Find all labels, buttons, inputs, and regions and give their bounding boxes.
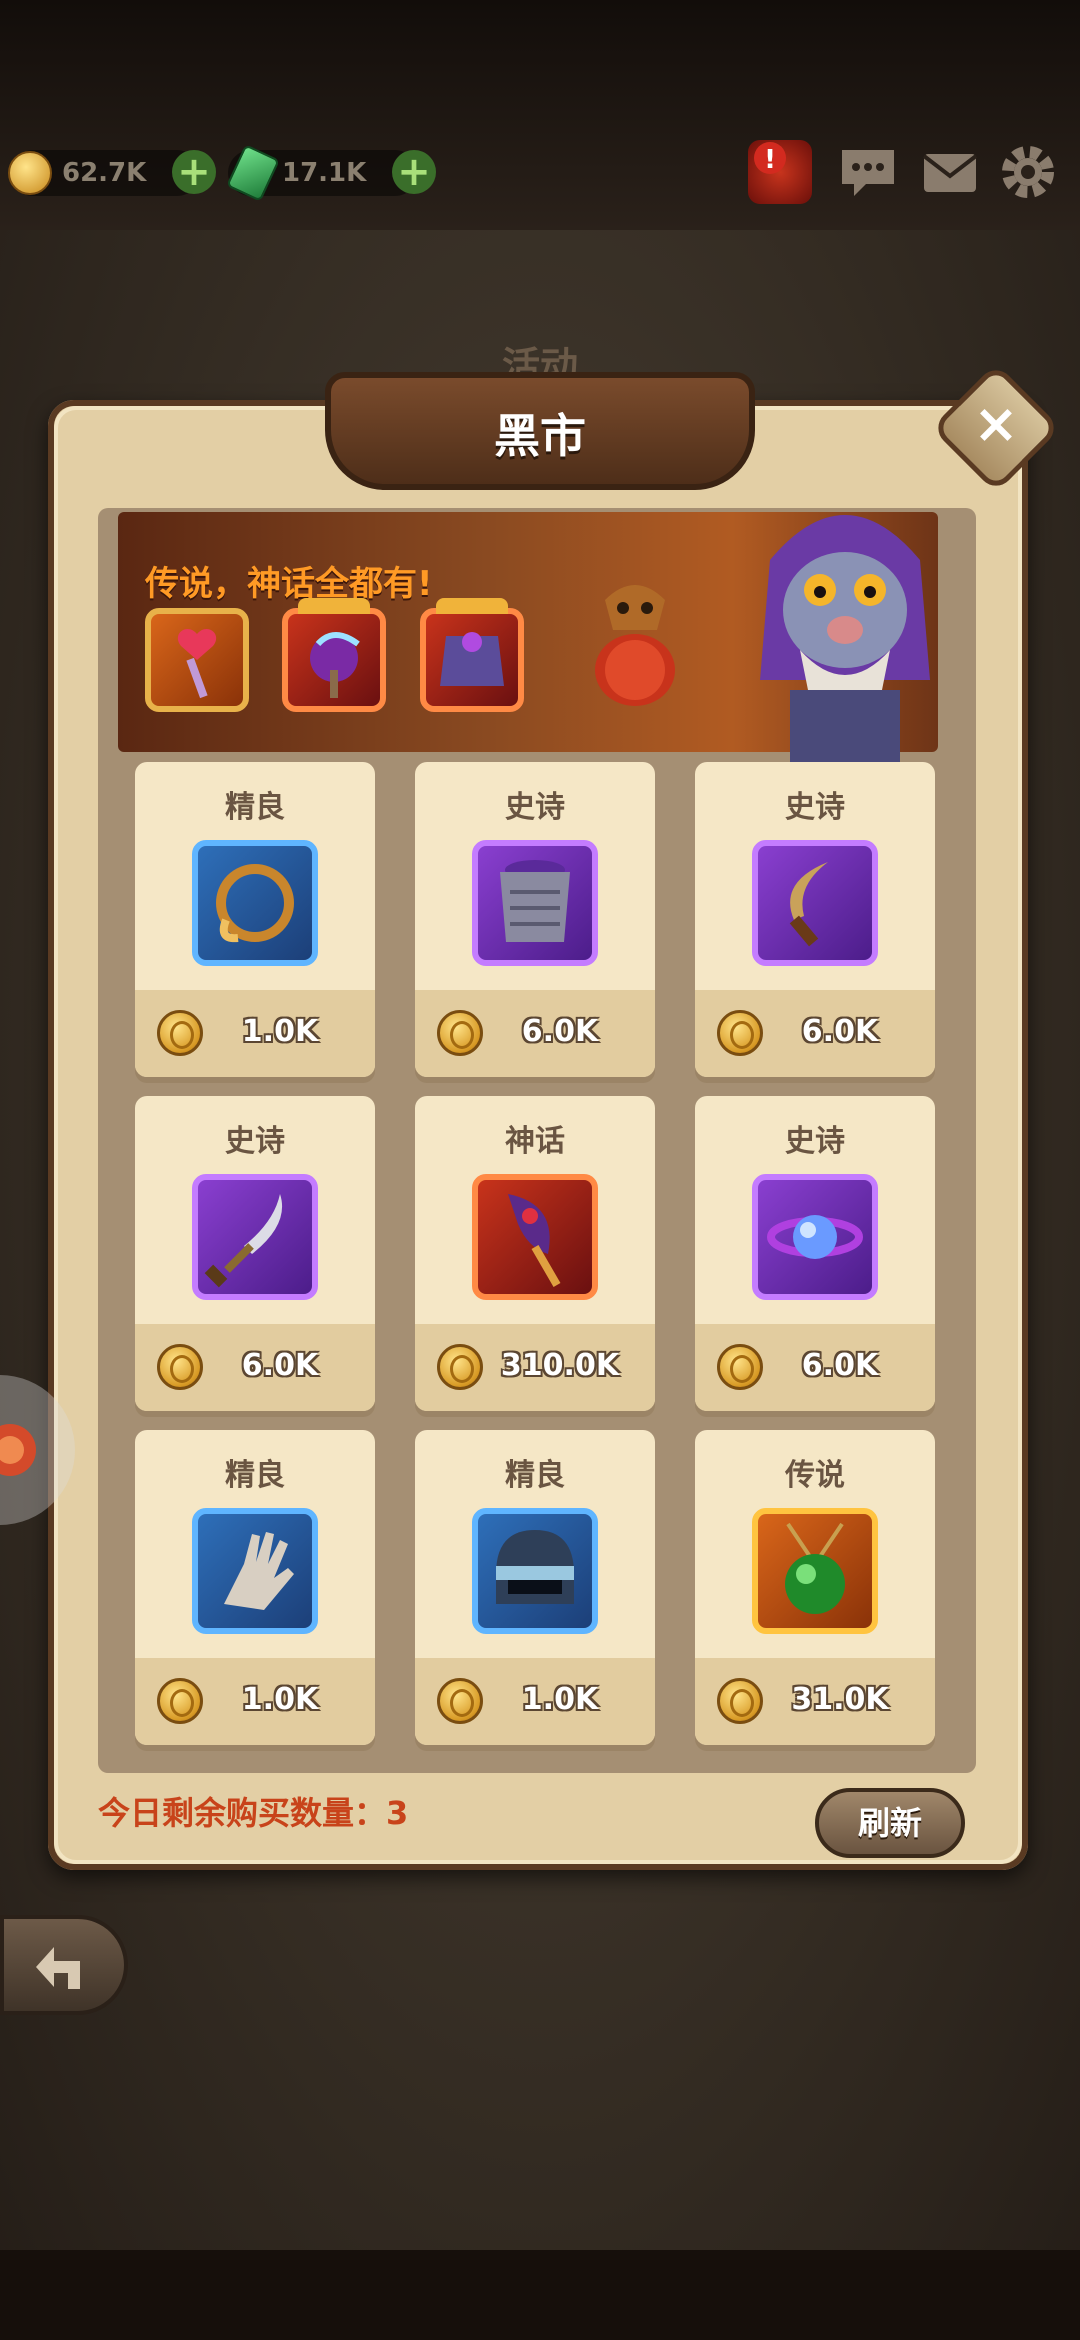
refresh-button[interactable]: 刷新	[815, 1788, 965, 1858]
orb-icon	[752, 1174, 878, 1300]
remaining-purchases-label: 今日剩余购买数量：3	[98, 1794, 409, 1832]
gold-coin-icon	[717, 1344, 763, 1390]
item-price: 6.0K	[801, 1014, 879, 1049]
shop-item-card[interactable]: 精良 1.0K	[135, 762, 375, 1077]
bottom-background	[0, 2250, 1080, 2340]
gold-coin-icon	[157, 1678, 203, 1724]
shop-item-card[interactable]: 传说 31.0K	[695, 1430, 935, 1745]
staff-icon	[472, 1174, 598, 1300]
shop-item-card[interactable]: 史诗 6.0K	[415, 762, 655, 1077]
armor-icon	[472, 840, 598, 966]
amulet-icon	[752, 1508, 878, 1634]
banner-armor-icon	[420, 598, 524, 712]
item-price: 31.0K	[791, 1682, 889, 1717]
item-rarity-label: 传说	[785, 1458, 845, 1493]
helmet-icon	[472, 1508, 598, 1634]
banner-slogan: 传说，神话全都有!	[145, 564, 433, 604]
dagger-icon	[752, 840, 878, 966]
close-icon[interactable]: ×	[950, 392, 1042, 455]
add-gem-button[interactable]: +	[392, 150, 436, 194]
sword-icon	[192, 1174, 318, 1300]
gold-coin-icon	[157, 1344, 203, 1390]
back-arrow-icon	[36, 1947, 80, 1989]
gauntlet-icon	[192, 1508, 318, 1634]
side-floating-button[interactable]	[0, 1375, 75, 1525]
gold-coin-icon	[8, 151, 52, 195]
shop-item-card[interactable]: 史诗 6.0K	[135, 1096, 375, 1411]
merchant-character-icon	[760, 515, 930, 770]
gold-value: 62.7K	[62, 158, 147, 188]
gold-coin-icon	[437, 1010, 483, 1056]
item-price: 6.0K	[241, 1348, 319, 1383]
back-button[interactable]	[0, 1915, 128, 2015]
add-gold-button[interactable]: +	[172, 150, 216, 194]
item-rarity-label: 精良	[505, 1458, 565, 1493]
merchant-pet-icon	[595, 585, 675, 706]
item-rarity-label: 史诗	[785, 790, 845, 825]
gold-coin-icon	[717, 1678, 763, 1724]
shop-item-card[interactable]: 精良 1.0K	[135, 1430, 375, 1745]
shop-item-card[interactable]: 史诗 6.0K	[695, 762, 935, 1077]
ring-icon	[192, 840, 318, 966]
banner-mace-icon	[282, 598, 386, 712]
item-rarity-label: 精良	[225, 790, 285, 825]
gold-coin-icon	[157, 1010, 203, 1056]
shop-item-card[interactable]: 神话 310.0K	[415, 1096, 655, 1411]
page-title: 黑市	[494, 409, 586, 463]
item-rarity-label: 精良	[225, 1458, 285, 1493]
item-rarity-label: 史诗	[785, 1124, 845, 1159]
item-price: 310.0K	[500, 1348, 620, 1383]
gear-icon[interactable]	[996, 140, 1060, 204]
item-price: 6.0K	[801, 1348, 879, 1383]
chat-icon[interactable]	[836, 140, 900, 204]
item-price: 1.0K	[241, 1682, 319, 1717]
gem-counter: 17.1K	[226, 144, 418, 202]
gold-coin-icon	[437, 1678, 483, 1724]
item-rarity-label: 神话	[505, 1124, 565, 1159]
gold-coin-icon	[717, 1010, 763, 1056]
shop-item-card[interactable]: 精良 1.0K	[415, 1430, 655, 1745]
item-price: 1.0K	[521, 1682, 599, 1717]
gem-value: 17.1K	[282, 158, 367, 188]
item-price: 6.0K	[521, 1014, 599, 1049]
item-rarity-label: 史诗	[225, 1124, 285, 1159]
banner-scepter-icon	[145, 608, 249, 712]
item-price: 1.0K	[241, 1014, 319, 1049]
gold-coin-icon	[437, 1344, 483, 1390]
alert-avatar-icon[interactable]: !	[748, 140, 812, 204]
shop-item-card[interactable]: 史诗 6.0K	[695, 1096, 935, 1411]
svg-text:!: !	[764, 145, 776, 175]
mail-icon[interactable]	[918, 140, 982, 204]
item-rarity-label: 史诗	[505, 790, 565, 825]
